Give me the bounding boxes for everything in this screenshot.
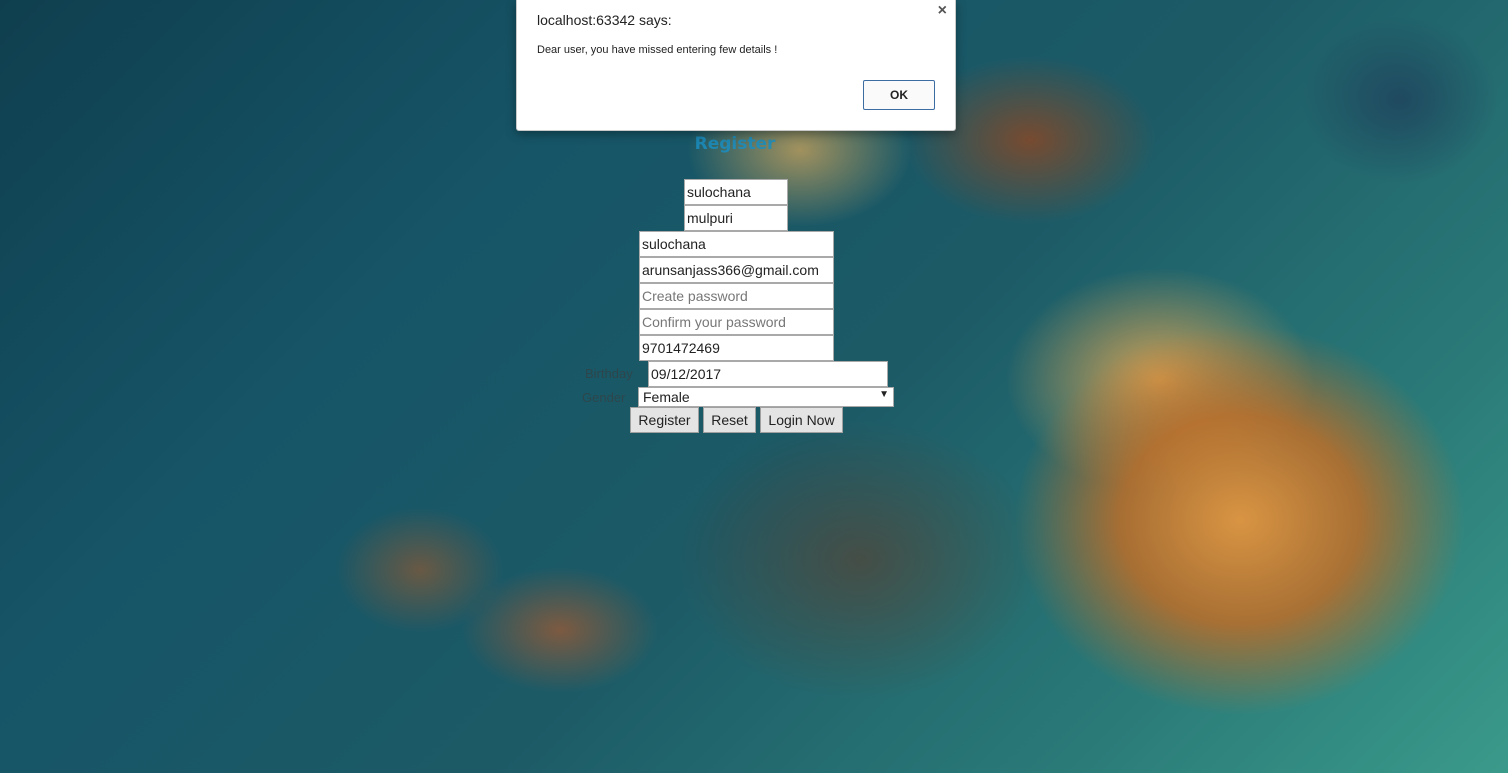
gender-select[interactable]: Female ▼ — [638, 387, 894, 407]
form-title: Register — [694, 134, 776, 154]
reset-button[interactable]: Reset — [703, 407, 756, 433]
alert-dialog: localhost:63342 says: × Dear user, you h… — [516, 0, 956, 131]
birthday-label: Birthday — [585, 366, 633, 381]
ok-button[interactable]: OK — [863, 80, 935, 110]
username-input[interactable] — [639, 231, 834, 257]
dialog-title: localhost:63342 says: — [537, 12, 672, 28]
first-name-input[interactable] — [684, 179, 788, 205]
close-icon[interactable]: × — [938, 2, 947, 20]
phone-input[interactable] — [639, 335, 834, 361]
confirm-password-input[interactable] — [639, 309, 834, 335]
password-input[interactable] — [639, 283, 834, 309]
birthday-input[interactable] — [648, 361, 888, 387]
dialog-message: Dear user, you have missed entering few … — [537, 44, 778, 56]
gender-select-value: Female — [643, 389, 690, 405]
gender-label: Gender — [582, 390, 626, 405]
login-now-button[interactable]: Login Now — [760, 407, 843, 433]
chevron-down-icon: ▼ — [879, 389, 889, 400]
email-input[interactable] — [639, 257, 834, 283]
register-button[interactable]: Register — [630, 407, 699, 433]
last-name-input[interactable] — [684, 205, 788, 231]
